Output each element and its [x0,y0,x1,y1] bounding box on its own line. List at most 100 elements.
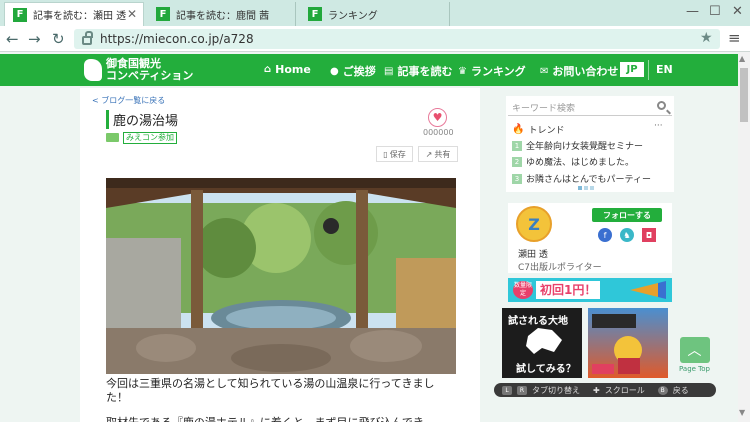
menu-icon[interactable]: ≡ [728,29,741,47]
back-arrow-icon[interactable]: ← [6,30,19,48]
pager-dot[interactable] [590,186,594,190]
dpad-icon: ✚ [593,385,600,395]
maximize-icon[interactable]: ☐ [709,4,721,19]
fish-icon [630,281,666,299]
share-icon: ↗ [425,149,433,159]
home-icon: ⌂ [264,64,272,75]
trend-pager[interactable] [578,186,594,190]
lang-en-button[interactable]: EN [656,63,673,76]
flame-icon: 🔥 [512,124,525,135]
nav-ranking[interactable]: ♛ ランキング [458,63,526,79]
nav-label: Home [275,63,311,76]
url-text: https://miecon.co.jp/a728 [100,32,254,46]
author-profile-card: Z フォローする f ♞ ◘ 瀬田 透 C7出版ルポライター [508,203,672,273]
trend-item[interactable]: 3 お隣さんはとんでもパーティー [512,172,651,185]
promo-banner[interactable]: 数量限定 初回1円！ [508,278,672,302]
page-top-label: Page Top [679,365,710,373]
reload-icon[interactable]: ↻ [52,30,65,48]
tab-label: 記事を読む：鹿間 茜 [176,10,270,22]
save-button[interactable]: ▯ 保存 [376,146,413,162]
minimize-icon[interactable]: — [686,4,699,19]
share-button[interactable]: ↗ 共有 [418,146,458,162]
bookmark-star-icon[interactable]: ★ [700,30,713,46]
site-favicon-icon: F [156,7,170,21]
follow-button[interactable]: フォローする [592,208,662,222]
search-icon[interactable] [657,101,666,110]
window-close-icon[interactable]: ✕ [732,4,743,19]
r-button-icon: R [517,385,527,395]
chevron-up-icon: ︿ [679,337,710,363]
more-icon[interactable]: ··· [654,121,663,131]
trend-heading: 🔥 トレンド [512,123,564,136]
tab-ranking[interactable]: F ランキング [300,2,450,26]
scroll-thumb[interactable] [740,68,748,122]
lang-jp-button[interactable]: JP [620,62,644,77]
page-top-button[interactable]: ︿ Page Top [678,337,711,377]
address-bar: ← → ↻ https://miecon.co.jp/a728 ★ ≡ [0,26,750,52]
hint-back: 戻る [672,385,689,395]
folder-icon [106,133,119,142]
trend-item[interactable]: 1 全年齢向け女装覺醒セミナー [512,139,643,152]
ad-line-1: 試される大地 [508,316,568,327]
category-tag[interactable]: みえコン参加 [123,132,177,144]
divider [648,60,649,80]
ad-game[interactable] [588,308,668,378]
bookmark-icon: ▯ [383,149,388,159]
share-label: 共有 [434,149,451,159]
hokkaido-map-icon [526,328,562,354]
close-icon[interactable]: ✕ [127,7,137,21]
search-input[interactable]: キーワード検索 [508,100,672,116]
game-character-illustration [592,314,642,374]
nav-read-articles[interactable]: ▤ 記事を読む [384,63,452,79]
trend-text: ゆめ魔法、はじめました。 [526,158,635,168]
controller-hint-bar: L R タブ切り替え ✚ スクロール B 戻る [494,383,716,397]
nav-greeting[interactable]: ● ご挨拶 [330,63,376,79]
facebook-icon[interactable]: f [598,228,612,242]
trend-rank: 2 [512,156,522,167]
trend-rank: 3 [512,173,522,184]
pager-dot[interactable] [578,186,582,190]
like-button[interactable]: ♥ [428,108,447,127]
site-favicon-icon: F [13,7,27,22]
like-count: 000000 [423,128,454,137]
tab-article-seta[interactable]: F 記事を読む：瀬田 透 ✕ [4,2,144,26]
onsen-photo-illustration [106,178,456,374]
save-label: 保存 [389,149,406,159]
article-card: < ブログ一覧に戻る 鹿の湯治場 みえコン参加 ♥ 000000 ▯ 保存 ↗ … [80,88,480,422]
site-logo[interactable]: 御食国観光 コンベティション [84,56,212,84]
b-button-icon: B [657,385,668,395]
hint-tab-switch: タブ切り替え [532,385,580,395]
scroll-up-icon[interactable]: ▲ [739,54,745,63]
trend-title: トレンド [528,126,565,136]
pager-dot[interactable] [584,186,588,190]
nav-label: ご挨拶 [342,65,376,78]
ad-hokkaido[interactable]: 試される大地 試してみる？ [502,308,582,378]
site-favicon-icon: F [308,7,322,21]
tab-article-shikama[interactable]: F 記事を読む：鹿間 茜 [148,2,296,26]
bird-icon[interactable]: ♞ [620,228,634,242]
back-to-list-link[interactable]: < ブログ一覧に戻る [92,95,165,106]
trend-rank: 1 [512,140,522,151]
site-header: 御食国観光 コンベティション ⌂ Home ● ご挨拶 ▤ 記事を読む ♛ ラン… [0,54,738,86]
scroll-down-icon[interactable]: ▼ [739,408,745,417]
hint-scroll: スクロール [604,385,645,395]
trend-item[interactable]: 2 ゆめ魔法、はじめました。 [512,155,634,168]
nav-contact[interactable]: ✉ お問い合わせ [540,63,618,79]
mail-icon: ✉ [540,65,549,77]
url-field[interactable]: https://miecon.co.jp/a728 [74,29,720,49]
logo-line-2: コンベティション [106,69,194,82]
nav-home[interactable]: ⌂ Home [264,63,311,76]
trend-text: 全年齢向け女装覺醒セミナー [526,142,644,152]
ad-line-2: 試してみる？ [516,364,576,375]
tab-label: 記事を読む：瀬田 透 [33,11,127,22]
nav-label: ランキング [470,65,526,78]
camera-icon[interactable]: ◘ [642,228,656,242]
forward-arrow-icon[interactable]: → [28,30,41,48]
search-placeholder: キーワード検索 [512,104,576,114]
article-photo [106,178,456,374]
book-icon: ▤ [384,65,394,77]
avatar[interactable]: Z [516,206,552,242]
scrollbar[interactable]: ▲ ▼ [738,52,750,422]
trend-text: お隣さんはとんでもパーティー [526,175,652,185]
crown-icon: ♛ [458,65,467,77]
